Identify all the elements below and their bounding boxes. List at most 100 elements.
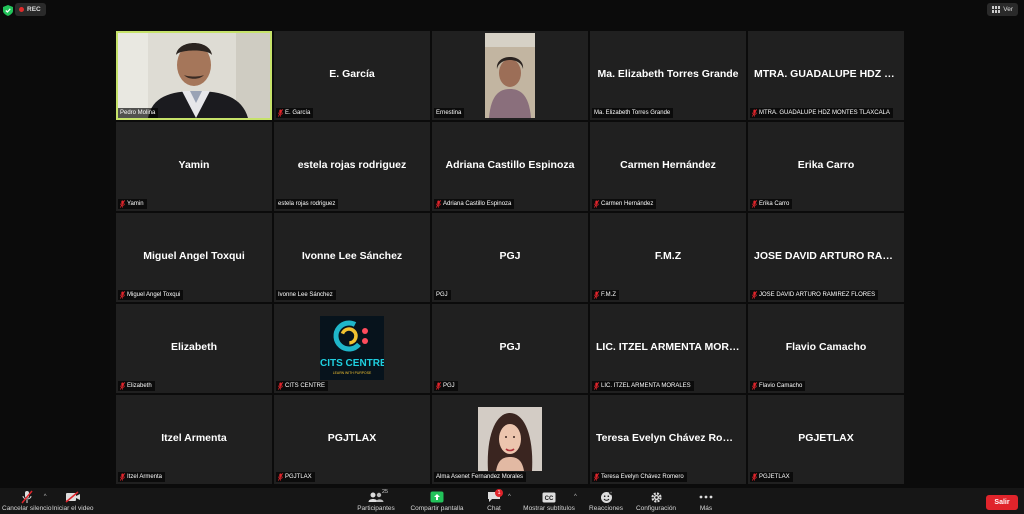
- participant-name-label: estela rojas rodriguez: [276, 199, 339, 209]
- participant-tile[interactable]: Pedro Molina: [116, 31, 272, 120]
- participant-name-label: PGJETLAX: [750, 472, 793, 482]
- participant-tile[interactable]: PGJTLAX PGJTLAX: [274, 395, 430, 484]
- participant-name-text: PGJETLAX: [759, 474, 790, 480]
- microphone-muted-icon: [752, 200, 757, 208]
- participant-display-name: MTRA. GUADALUPE HDZ M...: [754, 68, 902, 80]
- svg-text:+: +: [609, 491, 611, 495]
- participant-name-label: Teresa Evelyn Chávez Romero: [592, 472, 687, 482]
- participant-tile[interactable]: LIC. ITZEL ARMENTA MORA... LIC. ITZEL ARM…: [590, 304, 746, 393]
- participant-name-label: Carmen Hernández: [592, 199, 657, 209]
- unmute-button[interactable]: ^ Cancelar silencio: [2, 490, 52, 512]
- participant-tile[interactable]: PGJ PGJ: [432, 304, 588, 393]
- participant-tile[interactable]: PGJ PGJ: [432, 213, 588, 302]
- captions-button[interactable]: CC ^ Mostrar subtítulos: [520, 490, 578, 512]
- start-video-button[interactable]: Iniciar el video: [52, 490, 94, 512]
- participant-tile[interactable]: F.M.Z F.M.Z: [590, 213, 746, 302]
- participant-name-label: Yamin: [118, 199, 147, 209]
- participant-name-label: Miguel Angel Toxqui: [118, 290, 184, 300]
- participant-name-text: PGJ: [443, 383, 455, 389]
- participant-name-label: Ivonne Lee Sánchez: [276, 290, 336, 300]
- participant-name-text: CITS CENTRE: [285, 383, 326, 389]
- participant-display-name: PGJETLAX: [798, 432, 854, 444]
- participant-name-label: F.M.Z: [592, 290, 619, 300]
- more-button[interactable]: Más: [698, 490, 714, 512]
- participant-tile[interactable]: Ernestina: [432, 31, 588, 120]
- unmute-label: Cancelar silencio: [2, 505, 52, 512]
- participant-name-text: Ma. Elizabeth Torres Grande: [594, 110, 671, 116]
- participant-tile[interactable]: PGJETLAX PGJETLAX: [748, 395, 904, 484]
- participant-tile[interactable]: Erika Carro Erika Carro: [748, 122, 904, 211]
- cits-centre-logo: CITS CENTRE LEARN WITH PURPOSE: [320, 316, 384, 380]
- captions-caret-icon[interactable]: ^: [574, 494, 577, 500]
- grid-view-icon: [992, 6, 1001, 13]
- meeting-toolbar: ^ Cancelar silencio Iniciar el video 25 …: [0, 488, 1024, 514]
- participant-tile[interactable]: Teresa Evelyn Chávez Rom... Teresa Evelyn…: [590, 395, 746, 484]
- participant-tile[interactable]: E. García E. García: [274, 31, 430, 120]
- microphone-muted-icon: [21, 490, 33, 504]
- participant-tile[interactable]: Itzel Armenta Itzel Armenta: [116, 395, 272, 484]
- participant-name-label: PGJTLAX: [276, 472, 315, 482]
- chat-label: Chat: [487, 505, 501, 512]
- participant-display-name: JOSE DAVID ARTURO RAMI...: [754, 250, 903, 262]
- participant-tile[interactable]: MTRA. GUADALUPE HDZ M... MTRA. GUADALUPE …: [748, 31, 904, 120]
- participant-tile[interactable]: Ivonne Lee Sánchez Ivonne Lee Sánchez: [274, 213, 430, 302]
- participant-tile[interactable]: Yamin Yamin: [116, 122, 272, 211]
- more-dots-icon: [699, 495, 713, 499]
- participants-button[interactable]: 25 Participantes: [356, 489, 396, 512]
- participant-name-label: Alma Asenet Fernandez Morales: [434, 472, 527, 482]
- participant-tile[interactable]: JOSE DAVID ARTURO RAMI... JOSE DAVID ARTU…: [748, 213, 904, 302]
- participant-tile[interactable]: Adriana Castillo Espinoza Adriana Castill…: [432, 122, 588, 211]
- chat-caret-icon[interactable]: ^: [508, 494, 511, 500]
- record-dot-icon: [19, 7, 24, 12]
- participant-name-text: MTRA. GUADALUPE HDZ MONTES TLAXCALA: [759, 110, 890, 116]
- participant-name-text: Ivonne Lee Sánchez: [278, 292, 333, 298]
- participant-display-name: Carmen Hernández: [620, 159, 716, 171]
- participant-name-text: JOSE DAVID ARTURO RAMIREZ FLORES: [759, 292, 876, 298]
- logo-tagline: LEARN WITH PURPOSE: [332, 371, 372, 375]
- microphone-muted-icon: [594, 473, 599, 481]
- recording-indicator[interactable]: REC: [15, 3, 46, 16]
- participant-display-name: Yamin: [178, 159, 210, 171]
- reactions-icon: +: [600, 490, 613, 503]
- participant-tile[interactable]: estela rojas rodriguez estela rojas rodri…: [274, 122, 430, 211]
- participant-name-text: E. García: [285, 110, 311, 116]
- microphone-muted-icon: [120, 200, 125, 208]
- participant-tile[interactable]: Miguel Angel Toxqui Miguel Angel Toxqui: [116, 213, 272, 302]
- leave-meeting-button[interactable]: Salir: [986, 495, 1018, 510]
- participant-name-label: LIC. ITZEL ARMENTA MORALES: [592, 381, 694, 391]
- share-screen-button[interactable]: Compartir pantalla: [408, 490, 466, 512]
- participant-name-label: Pedro Molina: [118, 108, 159, 118]
- participant-name-text: Adriana Castillo Espinoza: [443, 201, 512, 207]
- participant-tile[interactable]: Elizabeth Elizabeth: [116, 304, 272, 393]
- participant-name-label: CITS CENTRE: [276, 381, 329, 391]
- participant-tile[interactable]: CITS CENTRE LEARN WITH PURPOSE CITS CENTRE: [274, 304, 430, 393]
- participant-display-name: Ivonne Lee Sánchez: [301, 250, 403, 262]
- microphone-muted-icon: [120, 291, 125, 299]
- participant-display-name: PGJ: [499, 250, 521, 262]
- chat-badge: 1: [495, 489, 503, 497]
- microphone-muted-icon: [120, 473, 125, 481]
- participant-name-text: Miguel Angel Toxqui: [127, 292, 181, 298]
- reactions-button[interactable]: + Reacciones: [588, 490, 624, 512]
- participant-name-text: Erika Carro: [759, 201, 790, 207]
- participant-tile[interactable]: Carmen Hernández Carmen Hernández: [590, 122, 746, 211]
- participant-name-label: Erika Carro: [750, 199, 793, 209]
- microphone-muted-icon: [752, 382, 757, 390]
- security-shield-icon[interactable]: [3, 5, 13, 16]
- participant-name-text: LIC. ITZEL ARMENTA MORALES: [601, 383, 691, 389]
- view-button[interactable]: Ver: [987, 3, 1018, 16]
- microphone-muted-icon: [594, 200, 599, 208]
- participant-name-label: MTRA. GUADALUPE HDZ MONTES TLAXCALA: [750, 108, 893, 118]
- participant-name-text: PGJTLAX: [285, 474, 312, 480]
- participant-name-text: Teresa Evelyn Chávez Romero: [601, 474, 684, 480]
- participant-display-name: F.M.Z: [654, 250, 682, 262]
- unmute-caret-icon[interactable]: ^: [44, 494, 47, 500]
- participant-name-text: estela rojas rodriguez: [278, 201, 336, 207]
- participant-tile[interactable]: Alma Asenet Fernandez Morales: [432, 395, 588, 484]
- participant-video: [485, 33, 535, 118]
- settings-button[interactable]: Configuración: [634, 490, 678, 512]
- participant-tile[interactable]: Flavio Camacho Flavio Camacho: [748, 304, 904, 393]
- participant-tile[interactable]: Ma. Elizabeth Torres Grande Ma. Elizabeth…: [590, 31, 746, 120]
- participants-label: Participantes: [357, 505, 395, 512]
- chat-button[interactable]: 1 ^ Chat: [486, 489, 511, 512]
